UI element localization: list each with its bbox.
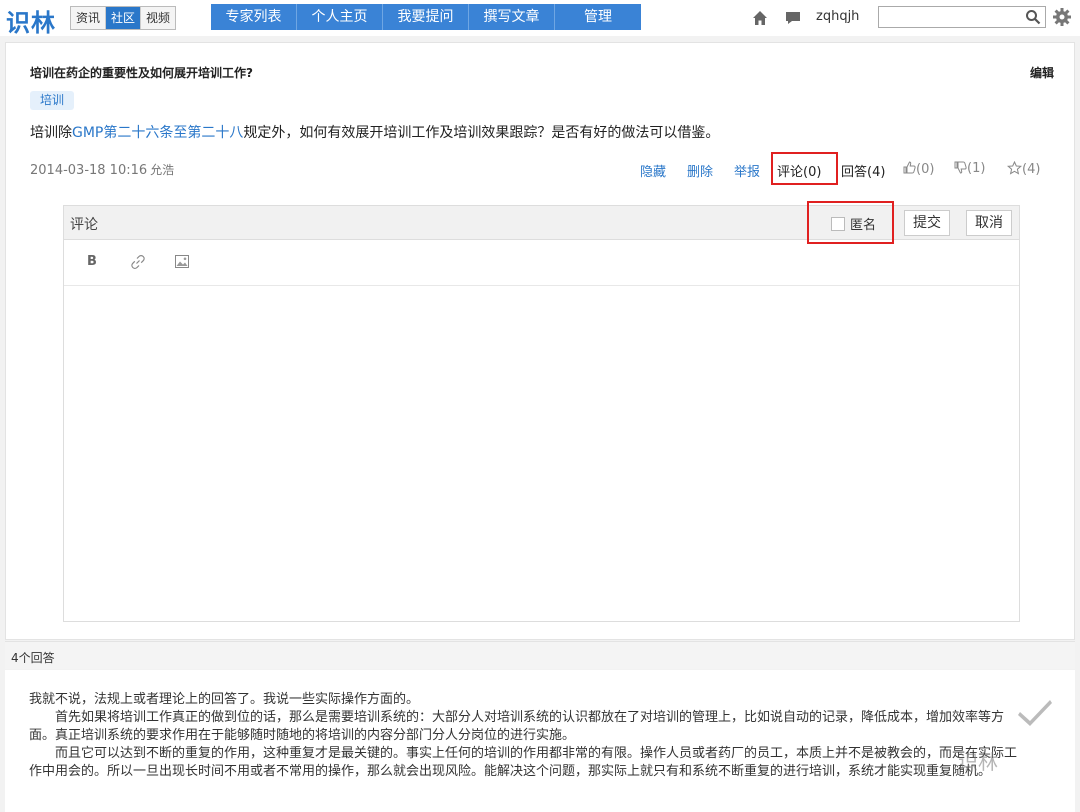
section-switcher: 资讯 社区 视频: [70, 6, 177, 30]
main-nav: 专家列表 个人主页 我要提问 撰写文章 管理: [211, 4, 641, 30]
favorite-button[interactable]: (4): [1006, 160, 1041, 177]
segment-community[interactable]: 社区: [106, 7, 142, 29]
question-card: 培训在药企的重要性及如何展开培训工作? 编辑 培训 培训除GMP第二十六条至第二…: [5, 42, 1075, 640]
highlight-anonymous-box: [807, 201, 894, 244]
like-button[interactable]: (0): [903, 161, 934, 177]
highlight-comment-box: [771, 152, 838, 185]
site-logo[interactable]: 识林: [6, 3, 56, 38]
thumbs-down-icon: [954, 161, 967, 174]
thumbs-up-icon: [903, 161, 916, 174]
question-title: 培训在药企的重要性及如何展开培训工作?: [30, 66, 253, 80]
search-input[interactable]: [879, 8, 1019, 28]
segment-news[interactable]: 资讯: [71, 7, 107, 29]
cancel-button[interactable]: 取消: [966, 210, 1012, 236]
search-box: [878, 6, 1046, 28]
favorite-count: (4): [1022, 162, 1041, 177]
question-body-suffix: 规定外，如何有效展开培训工作及培训效果跟踪？是否有好的做法可以借鉴。: [243, 125, 720, 141]
star-icon: [1006, 160, 1023, 175]
question-meta: 2014-03-18 10:16 允浩: [30, 161, 174, 178]
home-icon[interactable]: [751, 9, 769, 27]
dislike-button[interactable]: (1): [954, 161, 985, 176]
like-count: (0): [916, 162, 935, 177]
message-icon[interactable]: [784, 9, 802, 27]
bold-button[interactable]: B: [87, 254, 97, 269]
question-body: 培训除GMP第二十六条至第二十八规定外，如何有效展开培训工作及培训效果跟踪？是否…: [30, 122, 719, 142]
nav-ask-question[interactable]: 我要提问: [383, 4, 469, 30]
top-bar: 识林 资讯 社区 视频 专家列表 个人主页 我要提问 撰写文章 管理 zqhqj…: [0, 0, 1080, 38]
gmp-link[interactable]: GMP第二十六条至第二十八: [72, 125, 243, 141]
answer-link[interactable]: 回答(4): [841, 161, 885, 180]
segment-video[interactable]: 视频: [141, 7, 175, 29]
nav-expert-list[interactable]: 专家列表: [211, 4, 297, 30]
answer-paragraph-2: 首先如果将培训工作真正的做到位的话，那么是需要培训系统的：大部分人对培训系统的认…: [29, 710, 1005, 743]
nav-profile[interactable]: 个人主页: [297, 4, 383, 30]
dislike-count: (1): [967, 161, 986, 176]
edit-link[interactable]: 编辑: [1030, 64, 1054, 81]
accepted-check-icon: [1018, 700, 1052, 726]
comment-editor: 评论 匿名 提交 取消 B: [63, 201, 1020, 622]
topic-tag[interactable]: 培训: [30, 91, 75, 110]
question-body-prefix: 培训除: [30, 125, 72, 141]
post-date: 2014-03-18 10:16: [30, 163, 148, 178]
delete-link[interactable]: 删除: [687, 161, 713, 180]
answers-count-bar: 4个回答: [5, 641, 1075, 669]
nav-manage[interactable]: 管理: [555, 4, 641, 30]
hide-link[interactable]: 隐藏: [640, 161, 666, 180]
search-icon[interactable]: [1025, 9, 1041, 25]
answer-paragraph-3: 而且它可以达到不断的重复的作用，这种重复才是最关键的。事实上任何的培训的作用都非…: [29, 746, 1018, 779]
watermark-logo: 识林: [958, 750, 998, 774]
author-name[interactable]: 允浩: [150, 163, 174, 177]
image-icon[interactable]: [175, 255, 189, 268]
answer-item: 我就不说，法规上或者理论上的回答了。我说一些实际操作方面的。 首先如果将培训工作…: [5, 670, 1075, 812]
gear-icon[interactable]: [1052, 7, 1072, 27]
editor-toolbar: B: [64, 241, 1019, 286]
comment-editor-label: 评论: [70, 217, 98, 233]
answers-count: 4个回答: [11, 651, 55, 665]
submit-button[interactable]: 提交: [904, 210, 950, 236]
link-icon[interactable]: [130, 254, 146, 270]
answer-paragraph-1: 我就不说，法规上或者理论上的回答了。我说一些实际操作方面的。: [29, 692, 420, 707]
username[interactable]: zqhqjh: [816, 9, 859, 24]
nav-write-article[interactable]: 撰写文章: [469, 4, 555, 30]
report-link[interactable]: 举报: [734, 161, 760, 180]
